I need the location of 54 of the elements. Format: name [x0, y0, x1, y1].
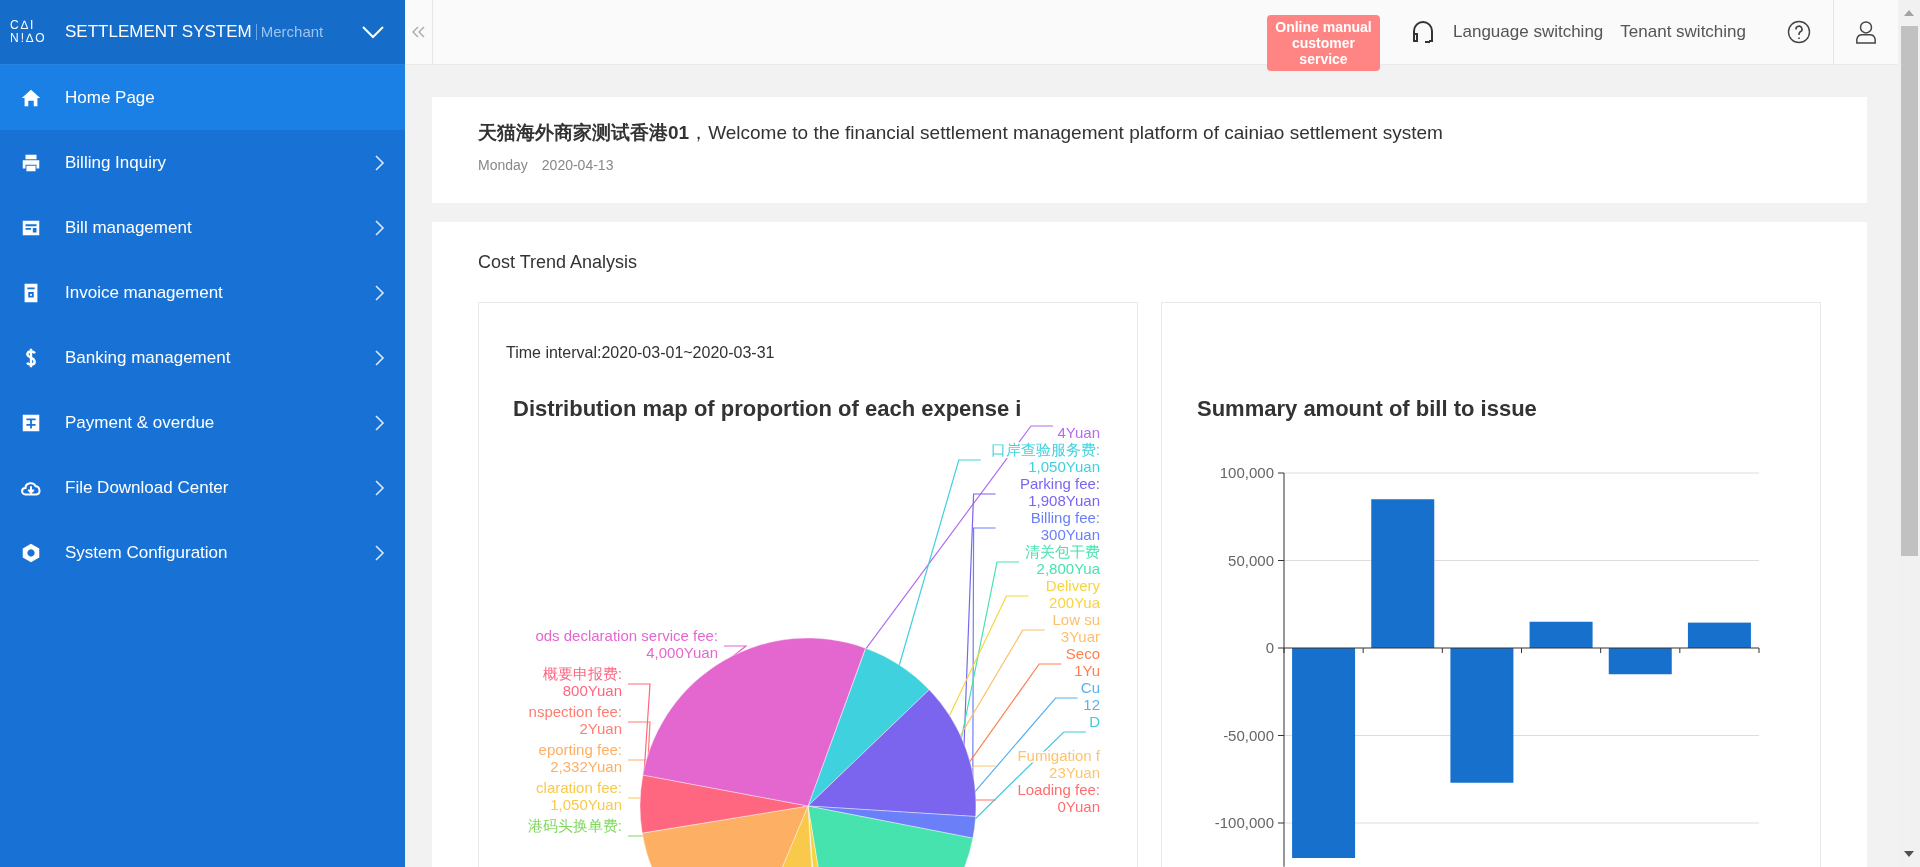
- section-title: Cost Trend Analysis: [478, 252, 639, 272]
- welcome-text: 天猫海外商家测试香港01，Welcome to the financial settlement management platform of cainiao settlement system: [478, 121, 1444, 145]
- bar: [1529, 621, 1593, 648]
- pie-label: 4Yuan: [1057, 424, 1100, 441]
- help-icon[interactable]: [1787, 20, 1811, 44]
- axis-label: 50,000: [1228, 551, 1274, 569]
- scrollbar-thumb[interactable]: [1900, 26, 1918, 556]
- pie-label: Billing fee: 300Yuan: [1030, 509, 1100, 543]
- pie-label: 港码头换单费:: [527, 817, 622, 834]
- app-title: SETTLEMENT SYSTEM: [65, 22, 252, 42]
- axis-label: 100,000: [1219, 464, 1274, 481]
- headset-icon[interactable]: [1411, 19, 1436, 45]
- user-icon[interactable]: [1855, 20, 1877, 44]
- chart-title: Distribution map of proportion of each expense i: [513, 396, 1022, 421]
- header-link[interactable]: Tenant switching: [1620, 22, 1746, 42]
- axis-label: -50,000: [1223, 726, 1274, 744]
- menu-item[interactable]: Billing Inquiry: [0, 130, 405, 195]
- menu-item[interactable]: Payment & overdue: [0, 390, 405, 455]
- pie-label: 清关包干费 2,800Yua: [1025, 543, 1100, 577]
- pie-label: Cu 12: [1080, 679, 1100, 713]
- menu-item[interactable]: File Download Center: [0, 455, 405, 520]
- pie-label: eporting fee: 2,332Yuan: [538, 741, 622, 775]
- menu-item[interactable]: System Configuration: [0, 520, 405, 585]
- date: 2020-04-13: [541, 157, 614, 173]
- scroll-down-icon[interactable]: [1904, 851, 1914, 857]
- gear-icon: [20, 541, 42, 564]
- double-chevron-left-icon: [411, 26, 426, 38]
- pie-label: claration fee: 1,050Yuan: [536, 779, 622, 813]
- pie-label: D: [1089, 713, 1100, 730]
- axis-label: 0: [1265, 639, 1274, 656]
- bar: [1608, 648, 1672, 675]
- tooltip: Online manual customer service: [1267, 15, 1380, 71]
- menu-item[interactable]: Invoice management: [0, 260, 405, 325]
- app-subtitle: Merchant: [255, 24, 324, 40]
- pie-label: nspection fee: 2Yuan: [528, 703, 622, 737]
- menu-item[interactable]: Banking management: [0, 325, 405, 390]
- bar: [1687, 622, 1751, 648]
- menu-item[interactable]: Home Page: [0, 65, 405, 130]
- menu-item[interactable]: Bill management: [0, 195, 405, 260]
- pie-label: Seco 1Yu: [1065, 645, 1100, 679]
- logo: C∆I N!∆O: [10, 19, 48, 45]
- pie-label: Parking fee: 1,908Yuan: [1019, 475, 1100, 509]
- pie-label: ods declaration service fee: 4,000Yuan: [535, 627, 718, 661]
- weekday: Monday: [478, 157, 528, 173]
- axis-label: -100,000: [1214, 814, 1274, 831]
- pie-label: Loading fee: 0Yuan: [1017, 781, 1100, 815]
- header-link[interactable]: Language switching: [1453, 22, 1604, 42]
- scrollbar[interactable]: [1898, 0, 1920, 867]
- pie-label: Low su 3Yuar: [1052, 611, 1100, 645]
- pie-label: Delivery 200Yua: [1045, 577, 1100, 611]
- time-interval: Time interval:2020-03-01~2020-03-31: [505, 343, 776, 363]
- pie-label: 概要申报费: 800Yuan: [542, 665, 622, 699]
- chart-title: Summary amount of bill to issue: [1197, 396, 1537, 421]
- chevron-down-icon[interactable]: [361, 25, 385, 39]
